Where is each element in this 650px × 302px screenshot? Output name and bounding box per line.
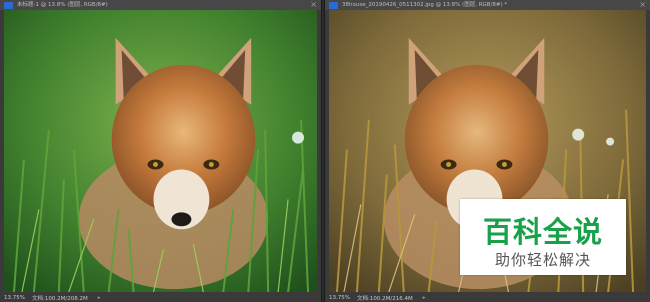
watermark-subtitle: 助你轻松解决 bbox=[494, 251, 591, 269]
fox-photo-green bbox=[4, 10, 317, 293]
document-tab-left[interactable]: 未标题-1 @ 13.8% (图层, RGB/8#) × bbox=[0, 0, 321, 10]
zoom-level[interactable]: 13.75% bbox=[329, 295, 350, 301]
photoshop-doc-icon bbox=[329, 1, 338, 9]
watermark-title: 百科全说 bbox=[482, 215, 603, 249]
close-icon[interactable]: × bbox=[310, 0, 317, 10]
image-canvas-left[interactable] bbox=[4, 10, 317, 293]
photoshop-doc-icon bbox=[4, 1, 13, 9]
document-window-left[interactable]: 未标题-1 @ 13.8% (图层, RGB/8#) × 13.75% 文档:1… bbox=[0, 0, 322, 302]
status-menu-arrow-icon[interactable]: ▸ bbox=[423, 295, 426, 301]
close-icon[interactable]: × bbox=[639, 0, 646, 10]
document-size-info: 文档:100.2M/208.2M bbox=[32, 295, 88, 302]
status-bar-right: 13.75% 文档:100.2M/216.4M ▸ bbox=[325, 293, 650, 302]
document-size-info: 文档:100.2M/216.4M bbox=[357, 295, 413, 302]
status-bar-left: 13.75% 文档:100.2M/208.2M ▸ bbox=[0, 293, 321, 302]
zoom-level[interactable]: 13.75% bbox=[4, 295, 25, 301]
watermark-badge: 百科全说 助你轻松解决 bbox=[460, 199, 626, 275]
document-title: 未标题-1 @ 13.8% (图层, RGB/8#) bbox=[17, 2, 108, 8]
document-tab-right[interactable]: 38house_20190426_0511302.jpg @ 13.8% (图层… bbox=[325, 0, 650, 10]
document-title: 38house_20190426_0511302.jpg @ 13.8% (图层… bbox=[342, 2, 508, 8]
status-menu-arrow-icon[interactable]: ▸ bbox=[98, 295, 101, 301]
